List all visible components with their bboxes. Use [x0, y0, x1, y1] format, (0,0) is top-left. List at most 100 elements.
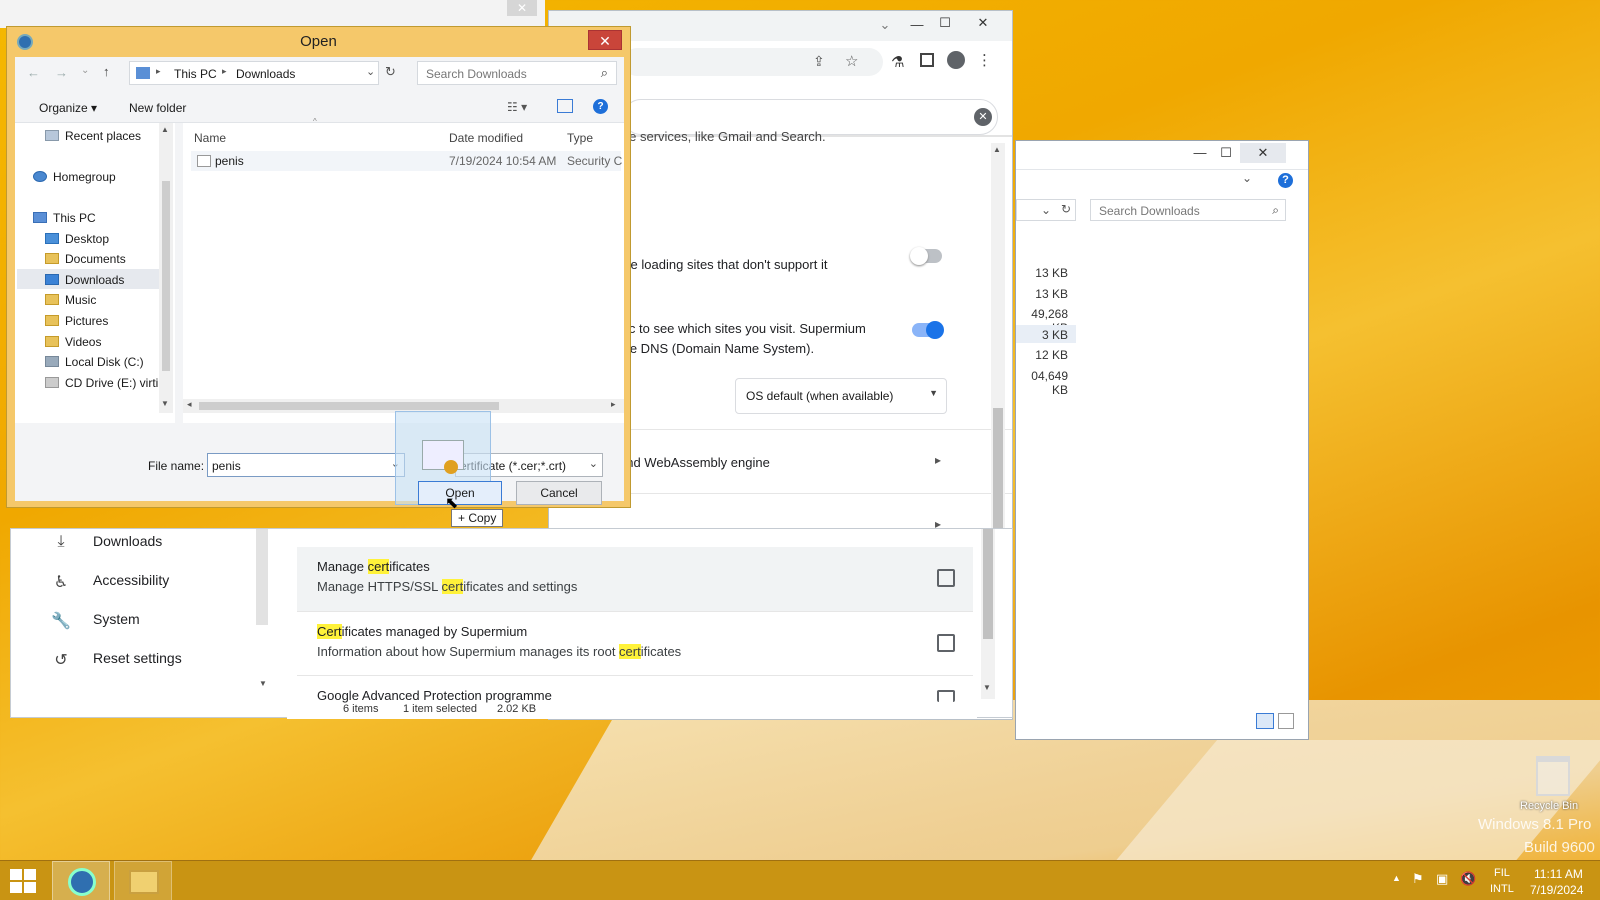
network-icon[interactable]: ▣: [1436, 871, 1448, 887]
build-watermark: Build 9600: [1524, 839, 1595, 856]
column-header-type[interactable]: Type: [567, 131, 593, 145]
supermium-certificates-row[interactable]: Certificates managed by Supermium Inform…: [297, 611, 973, 675]
list-item[interactable]: penis 7/19/2024 10:54 AM Security C: [191, 151, 622, 171]
close-icon[interactable]: ✕: [969, 13, 997, 33]
sidebar-item-label: Reset settings: [93, 650, 182, 666]
windows-start-icon[interactable]: [10, 869, 36, 893]
volume-muted-icon[interactable]: 🔇: [1460, 871, 1476, 887]
clock-date[interactable]: 7/19/2024: [1530, 883, 1583, 897]
breadcrumb[interactable]: ▸ This PC ▸ Downloads ⌄: [129, 61, 379, 85]
row-title: Certificates managed by Supermium: [317, 624, 528, 639]
recycle-bin-icon[interactable]: [1536, 756, 1570, 796]
chevron-down-icon[interactable]: ⌄: [871, 15, 899, 35]
chevron-down-icon[interactable]: ⌄: [589, 457, 598, 470]
address-bar[interactable]: ⇪ ☆: [623, 48, 883, 76]
details-view-icon[interactable]: [1256, 713, 1274, 729]
https-first-description: ore loading sites that don't support it: [619, 257, 828, 272]
external-link-icon[interactable]: [937, 690, 955, 702]
taskbar-explorer-button[interactable]: [114, 861, 172, 900]
close-button[interactable]: ✕: [588, 30, 622, 50]
breadcrumb-downloads[interactable]: Downloads: [236, 67, 295, 81]
maximize-icon[interactable]: ☐: [931, 13, 959, 33]
nav-item-videos[interactable]: Videos: [45, 335, 101, 349]
minimize-icon[interactable]: —: [1186, 143, 1214, 163]
close-icon[interactable]: ✕: [507, 0, 537, 16]
forward-arrow-icon[interactable]: →: [55, 65, 68, 80]
scrollbar-thumb[interactable]: [983, 529, 993, 639]
browser-icon: [68, 868, 96, 896]
nav-item-cd-drive[interactable]: CD Drive (E:) virti: [45, 376, 158, 390]
action-center-flag-icon[interactable]: ⚑: [1412, 871, 1424, 887]
clock-time[interactable]: 11:11 AM: [1534, 867, 1583, 881]
profile-avatar-icon[interactable]: [947, 51, 965, 69]
search-placeholder: Search Downloads: [1099, 204, 1200, 218]
dialog-title: Open: [300, 33, 337, 50]
back-arrow-icon[interactable]: ←: [27, 65, 40, 80]
https-first-toggle[interactable]: [910, 247, 942, 265]
nav-item-desktop[interactable]: Desktop: [45, 232, 109, 246]
external-link-icon[interactable]: [937, 569, 955, 587]
manage-certificates-row[interactable]: Manage certificates Manage HTTPS/SSL cer…: [297, 547, 973, 611]
up-arrow-icon[interactable]: ↑: [103, 64, 110, 79]
dns-provider-value: OS default (when available): [746, 389, 894, 403]
recycle-bin-label: Recycle Bin: [1520, 800, 1579, 812]
clear-search-icon[interactable]: ✕: [974, 108, 992, 126]
keyboard-layout[interactable]: INTL: [1490, 883, 1514, 895]
refresh-icon[interactable]: ↻: [1061, 202, 1071, 216]
search-input[interactable]: Search Downloads ⌕: [417, 61, 617, 85]
chevron-down-icon[interactable]: ⌄: [366, 65, 375, 78]
side-panel-icon[interactable]: [920, 53, 934, 67]
sidebar-scrollbar[interactable]: [256, 529, 268, 625]
file-name-input[interactable]: penis ⌄: [207, 453, 405, 477]
services-description: gle services, like Gmail and Search.: [619, 129, 826, 144]
row-title: Google Advanced Protection programme: [317, 688, 552, 703]
secure-dns-toggle[interactable]: [912, 321, 944, 339]
drag-copy-tooltip: + Copy: [451, 509, 504, 527]
menu-kebab-icon[interactable]: ⋮: [977, 51, 992, 69]
organize-button[interactable]: Organize ▾: [39, 101, 97, 115]
column-header-name[interactable]: Name: [194, 131, 226, 145]
nav-item-homegroup[interactable]: Homegroup: [33, 170, 116, 184]
help-icon[interactable]: ?: [593, 99, 608, 114]
scrollbar-thumb[interactable]: [162, 181, 170, 371]
chevron-right-icon[interactable]: ▸: [935, 453, 941, 467]
open-button[interactable]: Open: [418, 481, 502, 505]
chevron-down-icon[interactable]: ⌄: [1242, 171, 1252, 185]
dns-provider-select[interactable]: OS default (when available) ▼: [735, 378, 947, 414]
lab-flask-icon[interactable]: ⚗: [891, 53, 904, 71]
large-icons-view-icon[interactable]: [1278, 713, 1294, 729]
sort-indicator-icon: ^: [313, 117, 317, 126]
nav-item-documents[interactable]: Documents: [45, 252, 126, 266]
new-folder-button[interactable]: New folder: [129, 101, 186, 115]
nav-item-downloads[interactable]: Downloads: [45, 273, 124, 287]
share-icon[interactable]: ⇪: [813, 53, 825, 70]
nav-item-local-disk[interactable]: Local Disk (C:): [45, 355, 144, 369]
chevron-down-icon[interactable]: ⌄: [1041, 203, 1051, 217]
scrollbar[interactable]: ▼: [981, 529, 995, 699]
help-icon[interactable]: ?: [1278, 173, 1293, 188]
file-name-value: penis: [212, 459, 241, 473]
taskbar-browser-button[interactable]: [52, 861, 110, 900]
show-hidden-icons-icon[interactable]: ▲: [1392, 873, 1401, 883]
scrollbar-thumb[interactable]: [199, 402, 499, 410]
recent-locations-icon[interactable]: ⌄: [81, 65, 89, 76]
view-options-icon[interactable]: ☷ ▾: [507, 100, 527, 114]
minimize-icon[interactable]: —: [903, 15, 931, 35]
nav-item-music[interactable]: Music: [45, 293, 96, 307]
preview-pane-icon[interactable]: [557, 99, 573, 113]
advanced-protection-row[interactable]: Google Advanced Protection programme: [297, 675, 973, 705]
nav-item-recent-places[interactable]: Recent places: [45, 129, 141, 143]
external-link-icon[interactable]: [937, 634, 955, 652]
star-icon[interactable]: ☆: [845, 52, 858, 70]
nav-item-pictures[interactable]: Pictures: [45, 314, 108, 328]
maximize-icon[interactable]: ☐: [1212, 143, 1240, 163]
refresh-icon[interactable]: ↻: [385, 64, 396, 80]
breadcrumb-this-pc[interactable]: This PC: [174, 67, 217, 81]
nav-item-this-pc[interactable]: This PC: [33, 211, 96, 225]
language-code[interactable]: FIL: [1494, 867, 1510, 879]
search-input[interactable]: Search Downloads ⌕: [1090, 199, 1286, 221]
column-header-date[interactable]: Date modified: [449, 131, 523, 145]
scrollbar[interactable]: ▲ ▼: [159, 123, 173, 413]
cancel-button[interactable]: Cancel: [516, 481, 602, 505]
close-icon[interactable]: ✕: [1240, 143, 1286, 163]
